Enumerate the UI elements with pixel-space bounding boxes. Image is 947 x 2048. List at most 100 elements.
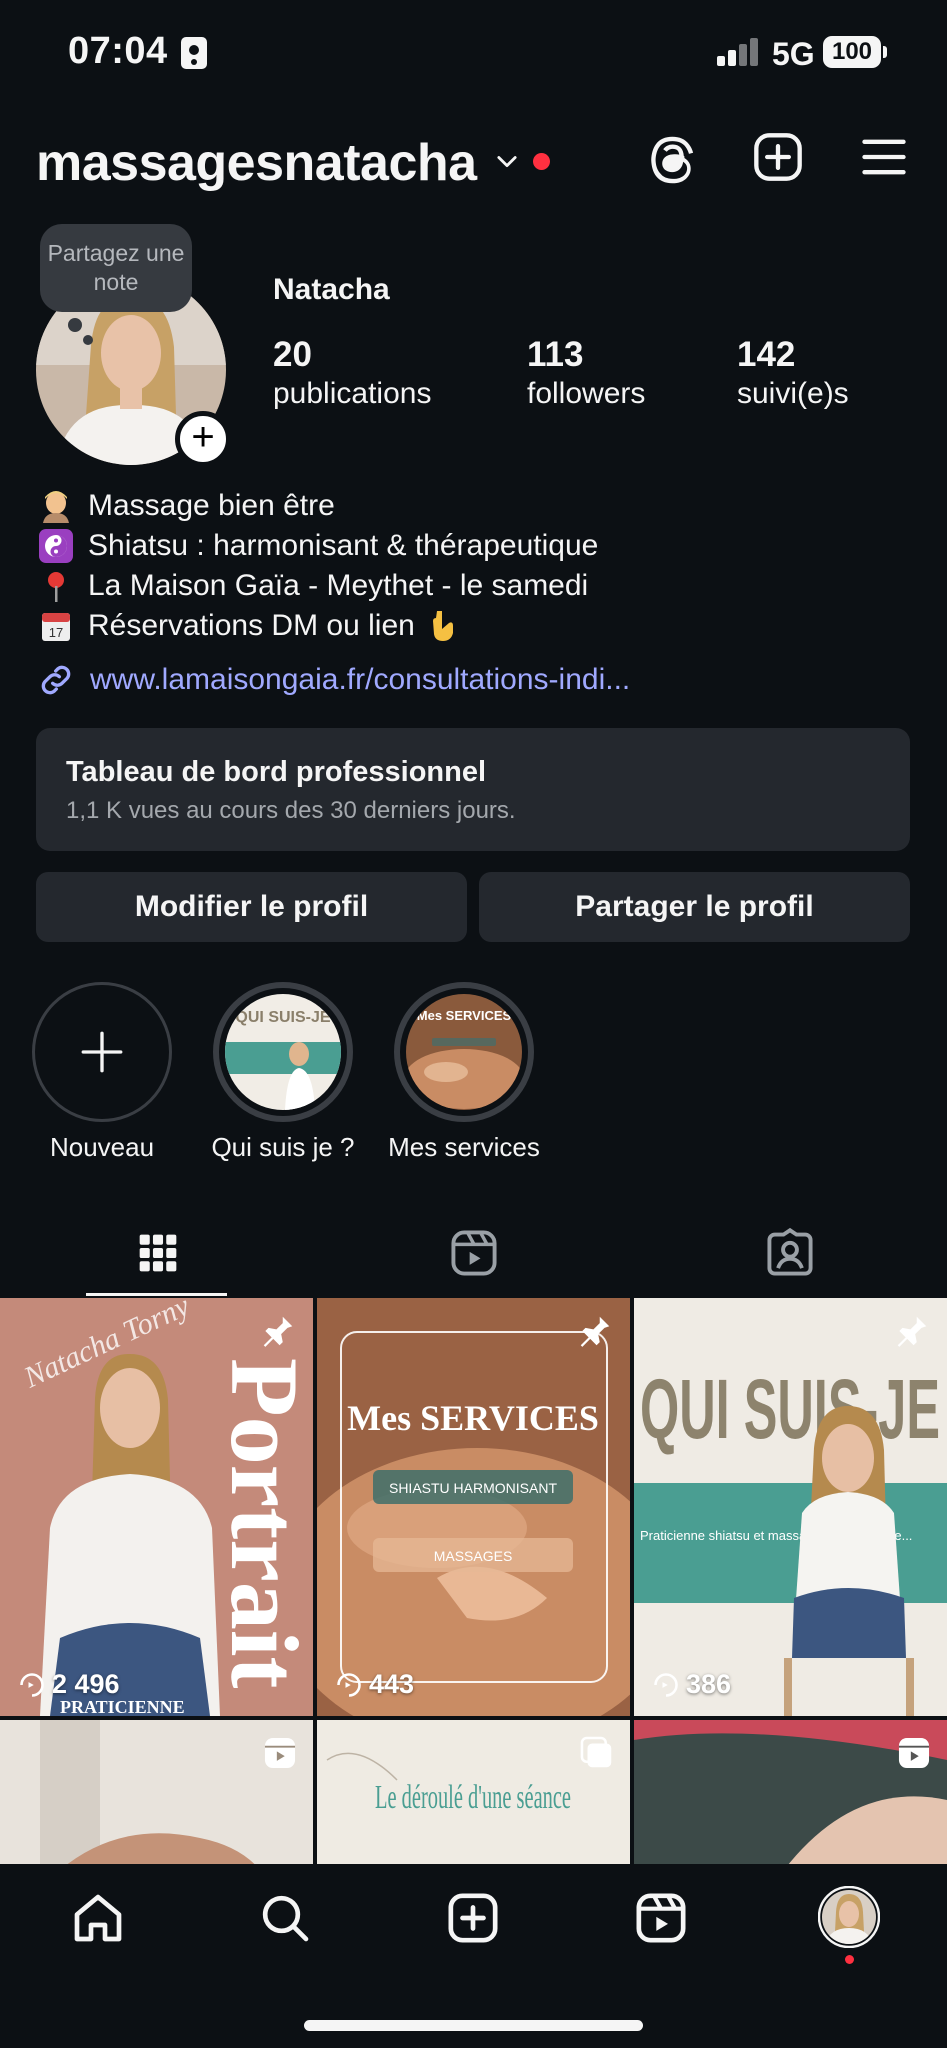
website-url[interactable]: www.lamaisongaia.fr/consultations-indi..… (90, 663, 630, 697)
reels-nav-icon[interactable] (633, 1890, 689, 1946)
pin-emoji (36, 570, 76, 602)
network-type: 5G (772, 36, 815, 72)
create-icon[interactable] (752, 131, 804, 183)
highlight-cover: Mes SERVICES (394, 982, 534, 1122)
highlight-label: Mes services (388, 1132, 540, 1162)
display-name: Natacha (273, 273, 390, 306)
highlight-qui-suis-je[interactable]: QUI SUIS-JE Qui suis je ? (193, 982, 373, 1163)
plus-icon (81, 1031, 123, 1073)
pin-icon (263, 1316, 293, 1347)
bio-text: Massage bien être (88, 489, 335, 522)
post-tag: SHIASTU HARMONISANT (389, 1480, 557, 1496)
reels-icon (450, 1229, 497, 1276)
yin-yang-emoji (36, 529, 76, 563)
carousel-icon (580, 1736, 612, 1768)
bio-line: Shiatsu : harmonisant & thérapeutique (36, 526, 598, 566)
grid-post[interactable]: Mes SERVICES SHIASTU HARMONISANT MASSAGE… (317, 1298, 630, 1716)
grid-post[interactable]: QUI SUIS-JE Praticienne shiatsu et massa… (634, 1298, 947, 1716)
home-indicator[interactable] (304, 2020, 643, 2031)
tab-reels[interactable] (316, 1210, 631, 1295)
battery-icon: 100 (823, 36, 887, 68)
chevron-down-icon[interactable] (493, 147, 521, 175)
dashboard-title: Tableau de bord professionnel (66, 756, 487, 788)
pin-icon (580, 1316, 610, 1347)
stat-publications[interactable]: 20 publications (273, 335, 431, 411)
share-profile-button[interactable]: Partager le profil (479, 872, 910, 942)
dashboard-subtitle: 1,1 K vues au cours des 30 derniers jour… (66, 797, 516, 824)
stat-label: publications (273, 377, 432, 410)
tab-tagged[interactable] (632, 1210, 947, 1295)
home-icon[interactable] (70, 1890, 126, 1946)
website-link[interactable]: www.lamaisongaia.fr/consultations-indi..… (36, 660, 630, 700)
bio-line: Massage bien être (36, 486, 598, 526)
calendar-emoji: 17 (36, 610, 76, 642)
threads-icon[interactable] (648, 131, 698, 187)
highlight-new[interactable]: Nouveau (12, 982, 192, 1163)
professional-dashboard[interactable]: Tableau de bord professionnel 1,1 K vues… (36, 728, 910, 851)
highlight-cover-text: Mes SERVICES (417, 1008, 512, 1023)
add-story-button[interactable]: + (175, 411, 231, 467)
stat-label: suivi(e)s (737, 377, 849, 410)
notification-dot (845, 1955, 854, 1964)
view-count: 386 (652, 1669, 731, 1700)
reel-icon (264, 1737, 296, 1769)
contact-card-icon (181, 37, 207, 69)
notification-dot (533, 153, 550, 170)
note-dot (68, 318, 82, 332)
search-icon[interactable] (257, 1890, 313, 1946)
pointing-down-emoji (427, 609, 457, 643)
bio-text: La Maison Gaïa - Meythet - le samedi (88, 569, 589, 602)
content-tabs (0, 1210, 947, 1296)
reel-icon (898, 1737, 930, 1769)
views-icon (337, 1672, 361, 1697)
svg-text:17: 17 (49, 625, 63, 640)
account-switcher[interactable]: massagesnatacha (36, 133, 477, 193)
views-icon (20, 1672, 44, 1697)
stat-value: 113 (527, 335, 584, 374)
views-icon (654, 1672, 678, 1697)
highlight-cover: QUI SUIS-JE (213, 982, 353, 1122)
highlight-label: Qui suis je ? (211, 1132, 355, 1162)
signal-icon (717, 38, 759, 66)
highlight-cover-text: QUI SUIS-JE (235, 1009, 330, 1026)
bio-text: Réservations DM ou lien (88, 609, 415, 642)
view-count: 443 (335, 1669, 414, 1700)
create-post-icon[interactable] (445, 1890, 501, 1946)
bio-line: 17 Réservations DM ou lien (36, 606, 598, 646)
status-time: 07:04 (68, 30, 168, 72)
highlight-label: Nouveau (49, 1132, 155, 1162)
stat-following[interactable]: 142 suivi(e)s (737, 335, 849, 411)
view-count: 2 496 (18, 1669, 120, 1700)
grid-icon (139, 1234, 176, 1271)
grid-post[interactable] (0, 1720, 313, 1870)
profile-nav-avatar[interactable] (818, 1886, 880, 1948)
status-bar: 07:04 5G 100 (0, 0, 947, 110)
tagged-icon (766, 1227, 813, 1276)
grid-post[interactable] (634, 1720, 947, 1870)
pin-icon (897, 1316, 927, 1347)
stat-value: 20 (273, 335, 312, 374)
tab-grid[interactable] (0, 1210, 315, 1295)
highlight-add-circle (32, 982, 172, 1122)
stat-label: followers (527, 377, 646, 410)
menu-icon[interactable] (858, 131, 910, 183)
stat-value: 142 (737, 335, 796, 374)
massage-emoji (36, 490, 76, 523)
note-bubble[interactable]: Partagez une note (40, 224, 192, 312)
note-dot (83, 335, 93, 345)
stat-followers[interactable]: 113 followers (527, 335, 645, 411)
post-overlay-title: Le déroulé d'une séance (375, 1779, 571, 1816)
profile-header: massagesnatacha (0, 125, 947, 200)
bio-text: Shiatsu : harmonisant & thérapeutique (88, 529, 599, 562)
highlight-mes-services[interactable]: Mes SERVICES Mes services (374, 982, 554, 1163)
post-overlay-title: Mes SERVICES (347, 1398, 599, 1438)
bio-line: La Maison Gaïa - Meythet - le samedi (36, 566, 598, 606)
post-tag: MASSAGES (434, 1548, 513, 1564)
post-overlay-title: QUI SUIS-JE (640, 1362, 940, 1456)
tab-active-indicator (86, 1293, 227, 1296)
grid-post[interactable]: Le déroulé d'une séance (317, 1720, 630, 1870)
edit-profile-button[interactable]: Modifier le profil (36, 872, 467, 942)
link-icon (41, 665, 71, 695)
bio: Massage bien être Shiatsu : harmonisant … (36, 486, 598, 646)
grid-post[interactable]: Portrait Natacha Torny PRATICIENNE 2 496 (0, 1298, 313, 1716)
